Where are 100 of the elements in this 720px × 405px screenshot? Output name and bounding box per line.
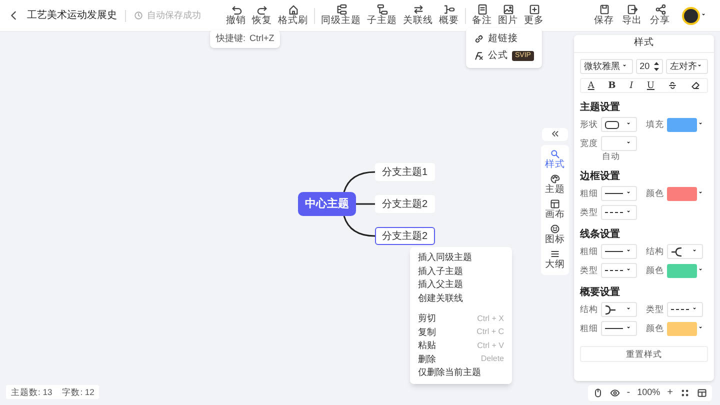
- field-label: 粗细: [580, 245, 598, 258]
- plus-icon: [528, 4, 540, 15]
- toolbar-button[interactable]: 同级主题: [318, 4, 364, 27]
- structure-select[interactable]: [667, 244, 703, 259]
- share-icon: [654, 4, 666, 15]
- note-icon: [476, 4, 488, 15]
- zoom-level: 100%: [637, 386, 660, 400]
- line-select[interactable]: [601, 321, 637, 336]
- bracket-icon: [605, 304, 617, 314]
- undo-icon: [230, 4, 242, 15]
- side-tab[interactable]: 图标: [545, 224, 565, 246]
- toolbar-button[interactable]: 概要: [436, 4, 462, 27]
- rounded-rect-icon: [605, 120, 619, 128]
- menu-item[interactable]: 超链接: [474, 32, 518, 46]
- line-select[interactable]: [601, 186, 637, 201]
- side-tab[interactable]: 主题: [545, 174, 565, 196]
- field-label: 结构: [580, 303, 598, 316]
- zoom-in-button[interactable]: +: [667, 388, 673, 398]
- fork-icon: [671, 246, 683, 256]
- align-select[interactable]: 左对齐: [666, 59, 708, 74]
- side-tab[interactable]: 画布: [545, 199, 565, 221]
- menu-item[interactable]: 插入同级主题: [418, 251, 504, 264]
- solid-line-icon: [605, 251, 623, 252]
- redo-icon: [256, 4, 268, 15]
- avatar-icon: [682, 6, 700, 24]
- menu-item[interactable]: 删除 Delete: [418, 352, 504, 366]
- side-tab[interactable]: 大纲: [545, 249, 565, 271]
- field-note: 自动: [602, 151, 620, 162]
- section-title: 主题设置: [580, 101, 621, 114]
- link-icon: [474, 34, 484, 44]
- stepper-icon: [654, 62, 660, 71]
- toolbar-button[interactable]: 导出: [622, 4, 642, 27]
- eye-icon: [610, 388, 620, 398]
- save-icon: [598, 4, 610, 15]
- list-icon: [550, 249, 560, 259]
- field-label: 颜色: [646, 264, 664, 277]
- dashed-select[interactable]: [601, 263, 637, 278]
- toolbar-button[interactable]: 保存: [594, 4, 614, 27]
- side-tab[interactable]: 样式: [545, 149, 565, 171]
- central-topic[interactable]: 中心主题: [298, 192, 356, 216]
- toolbar-button[interactable]: 撤销: [223, 4, 249, 27]
- toolbar-button[interactable]: 格式刷: [275, 4, 311, 27]
- field-label: 类型: [646, 303, 664, 316]
- dashed-line-icon: [605, 212, 623, 213]
- menu-item[interactable]: 复制 Ctrl + C: [418, 326, 504, 339]
- dashed-select[interactable]: [667, 302, 703, 317]
- strikethrough-button[interactable]: [668, 81, 678, 90]
- format-button[interactable]: A: [588, 80, 594, 90]
- bracket-select[interactable]: [601, 302, 637, 317]
- field-label: 粗细: [580, 187, 598, 200]
- menu-item[interactable]: 剪切 Ctrl + X: [418, 312, 504, 326]
- toolbar-button[interactable]: 关联线: [400, 4, 436, 27]
- word-count: 字数: 12: [62, 386, 94, 398]
- format-button[interactable]: B: [608, 80, 616, 90]
- magnifier-icon: [550, 149, 560, 159]
- menu-item[interactable]: 公式: [474, 49, 508, 64]
- connector-line: [343, 171, 376, 192]
- branch-topic[interactable]: 分支主题1: [375, 163, 435, 181]
- dashed-select[interactable]: [601, 205, 637, 220]
- collapse-button[interactable]: [542, 128, 568, 141]
- bracket-icon: [444, 4, 454, 15]
- menu-item[interactable]: 插入父主题: [418, 278, 504, 292]
- shape-select[interactable]: [601, 117, 637, 132]
- field-label: 类型: [580, 264, 598, 277]
- image-icon: [502, 4, 514, 15]
- branch-icon: [376, 4, 388, 15]
- clock-icon: [134, 11, 143, 20]
- section-title: 边框设置: [580, 170, 621, 183]
- palette-icon: [550, 174, 560, 184]
- back-button[interactable]: [8, 10, 19, 21]
- formula-icon: [474, 51, 484, 62]
- clear-format-button[interactable]: [691, 81, 700, 90]
- menu-item[interactable]: 创建关联线: [418, 292, 504, 305]
- smiley-icon: [550, 224, 560, 234]
- format-button[interactable]: I: [630, 80, 634, 90]
- toolbar-button[interactable]: 恢复: [249, 4, 275, 27]
- menu-item[interactable]: 仅删除当前主题: [418, 366, 504, 380]
- toolbar-button[interactable]: 图片: [495, 4, 521, 27]
- menu-item[interactable]: 粘贴 Ctrl + V: [418, 339, 504, 352]
- save-status: 自动保存成功: [147, 8, 201, 22]
- toolbar-button[interactable]: 子主题: [364, 4, 400, 27]
- connector-line: [356, 203, 375, 205]
- format-button[interactable]: U: [646, 80, 654, 90]
- menu-item[interactable]: 插入子主题: [418, 264, 504, 278]
- tooltip-label: 快捷键:: [216, 32, 246, 45]
- line-select[interactable]: [601, 244, 637, 259]
- branch-topic[interactable]: 分支主题2: [375, 227, 435, 245]
- reset-style-button[interactable]: 重置样式: [580, 346, 708, 362]
- toolbar-button[interactable]: 备注: [469, 4, 495, 27]
- solid-line-icon: [605, 328, 623, 329]
- toolbar-button[interactable]: 分享: [650, 4, 670, 27]
- size-stepper[interactable]: 20: [636, 59, 664, 74]
- back-icon: [8, 10, 19, 21]
- font-select[interactable]: 微软雅黑: [580, 59, 633, 74]
- panel-title: 样式: [634, 36, 654, 50]
- field-label: 类型: [580, 206, 598, 219]
- document-title: 工艺美术运动发展史: [27, 8, 117, 23]
- toolbar-button[interactable]: 更多: [521, 4, 547, 27]
- zoom-out-button[interactable]: -: [626, 388, 630, 398]
- branch-topic[interactable]: 分支主题2: [375, 195, 435, 213]
